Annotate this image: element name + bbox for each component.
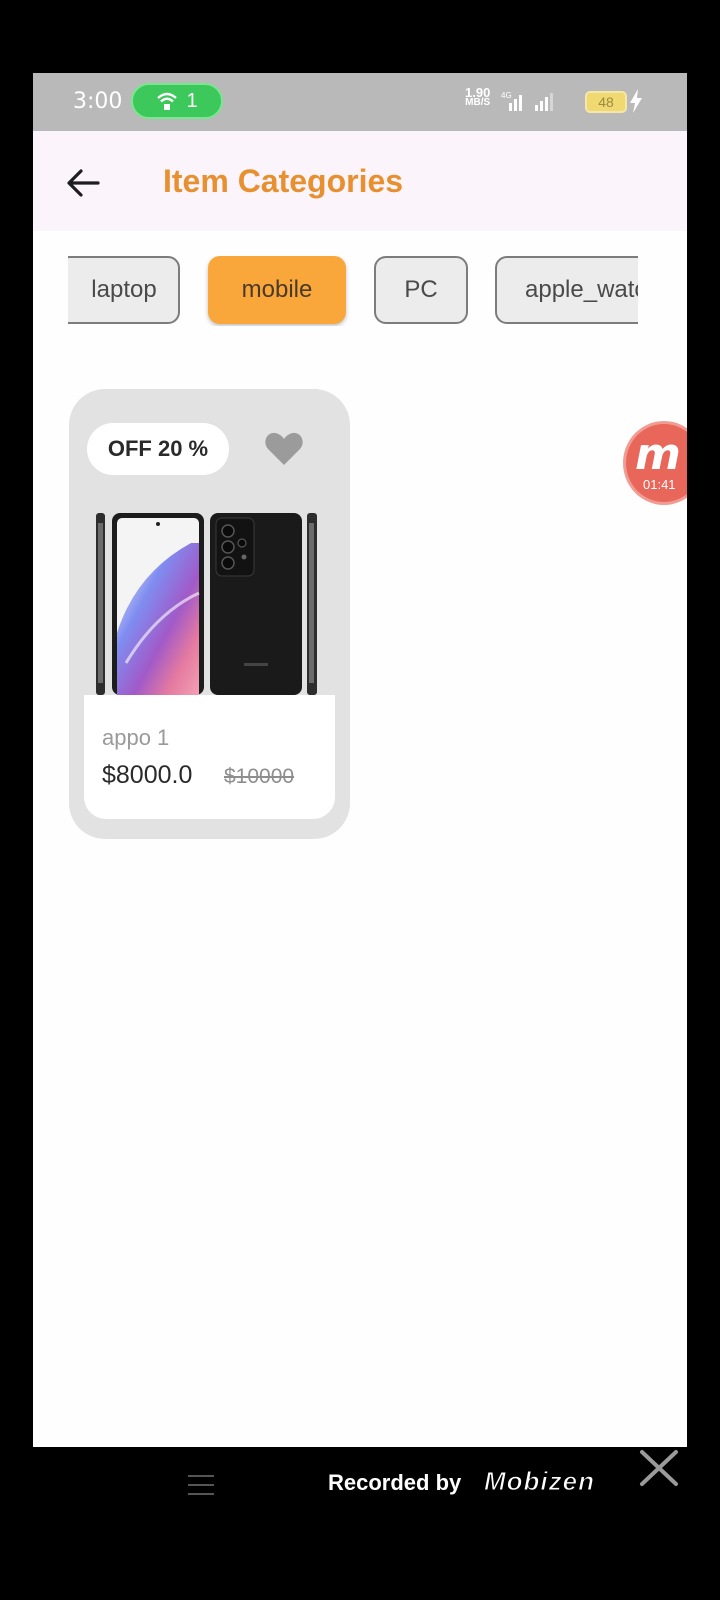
recorder-floating-button[interactable]: m 01:41 (623, 421, 687, 505)
page-title: Item Categories (163, 163, 404, 199)
product-card[interactable]: OFF 20 % appo 1 $8000.0 $10000 (69, 389, 350, 839)
discount-badge: OFF 20 % (87, 423, 229, 475)
hotspot-indicator: 1 (131, 83, 223, 119)
chip-label: laptop (91, 276, 157, 303)
recorder-logo-icon: m (635, 429, 681, 480)
svg-text:4G: 4G (501, 91, 512, 100)
chip-mobile[interactable]: mobile (208, 256, 346, 324)
chip-label: PC (404, 276, 438, 303)
arrow-left-icon (67, 169, 100, 197)
product-name: appo 1 (102, 725, 170, 750)
chip-laptop[interactable]: laptop (68, 256, 180, 324)
favorite-button[interactable] (262, 429, 306, 469)
recorded-by-label: Recorded by (328, 1470, 462, 1495)
wifi-hotspot-icon (157, 92, 178, 110)
hotspot-count: 1 (186, 89, 198, 112)
recorder-elapsed-time: 01:41 (643, 477, 676, 492)
product-old-price: $10000 (224, 765, 295, 788)
product-info: appo 1 $8000.0 $10000 (84, 695, 335, 819)
status-time: 3:00 (73, 89, 123, 114)
menu-icon[interactable] (188, 1473, 214, 1497)
network-speed-unit: MB/S (465, 97, 491, 108)
chip-apple-watch[interactable]: apple_watch (495, 256, 638, 324)
chip-label: apple_watch (525, 276, 638, 303)
back-button[interactable] (61, 161, 105, 205)
product-image (96, 513, 317, 695)
network-speed: 1.90 MB/S (465, 86, 491, 108)
product-price: $8000.0 (102, 761, 193, 789)
status-bar: 3:00 1 1.90 MB/S 4G 48 (33, 73, 687, 131)
battery-level: 48 (598, 94, 614, 110)
app-bar: Item Categories (33, 131, 687, 231)
category-chip-row[interactable]: laptop mobile PC apple_watch (68, 256, 638, 326)
chip-label: mobile (241, 276, 313, 303)
mobizen-logo: Mobizen (484, 1466, 595, 1497)
close-icon[interactable] (636, 1448, 682, 1488)
phone-screen: 3:00 1 1.90 MB/S 4G 48 Item Categories l… (33, 73, 687, 1447)
heart-icon (265, 432, 303, 465)
signal-strength-icon: 4G (501, 91, 553, 111)
charging-bolt-icon (630, 89, 642, 113)
chip-pc[interactable]: PC (374, 256, 468, 324)
battery-icon: 48 (585, 91, 627, 113)
